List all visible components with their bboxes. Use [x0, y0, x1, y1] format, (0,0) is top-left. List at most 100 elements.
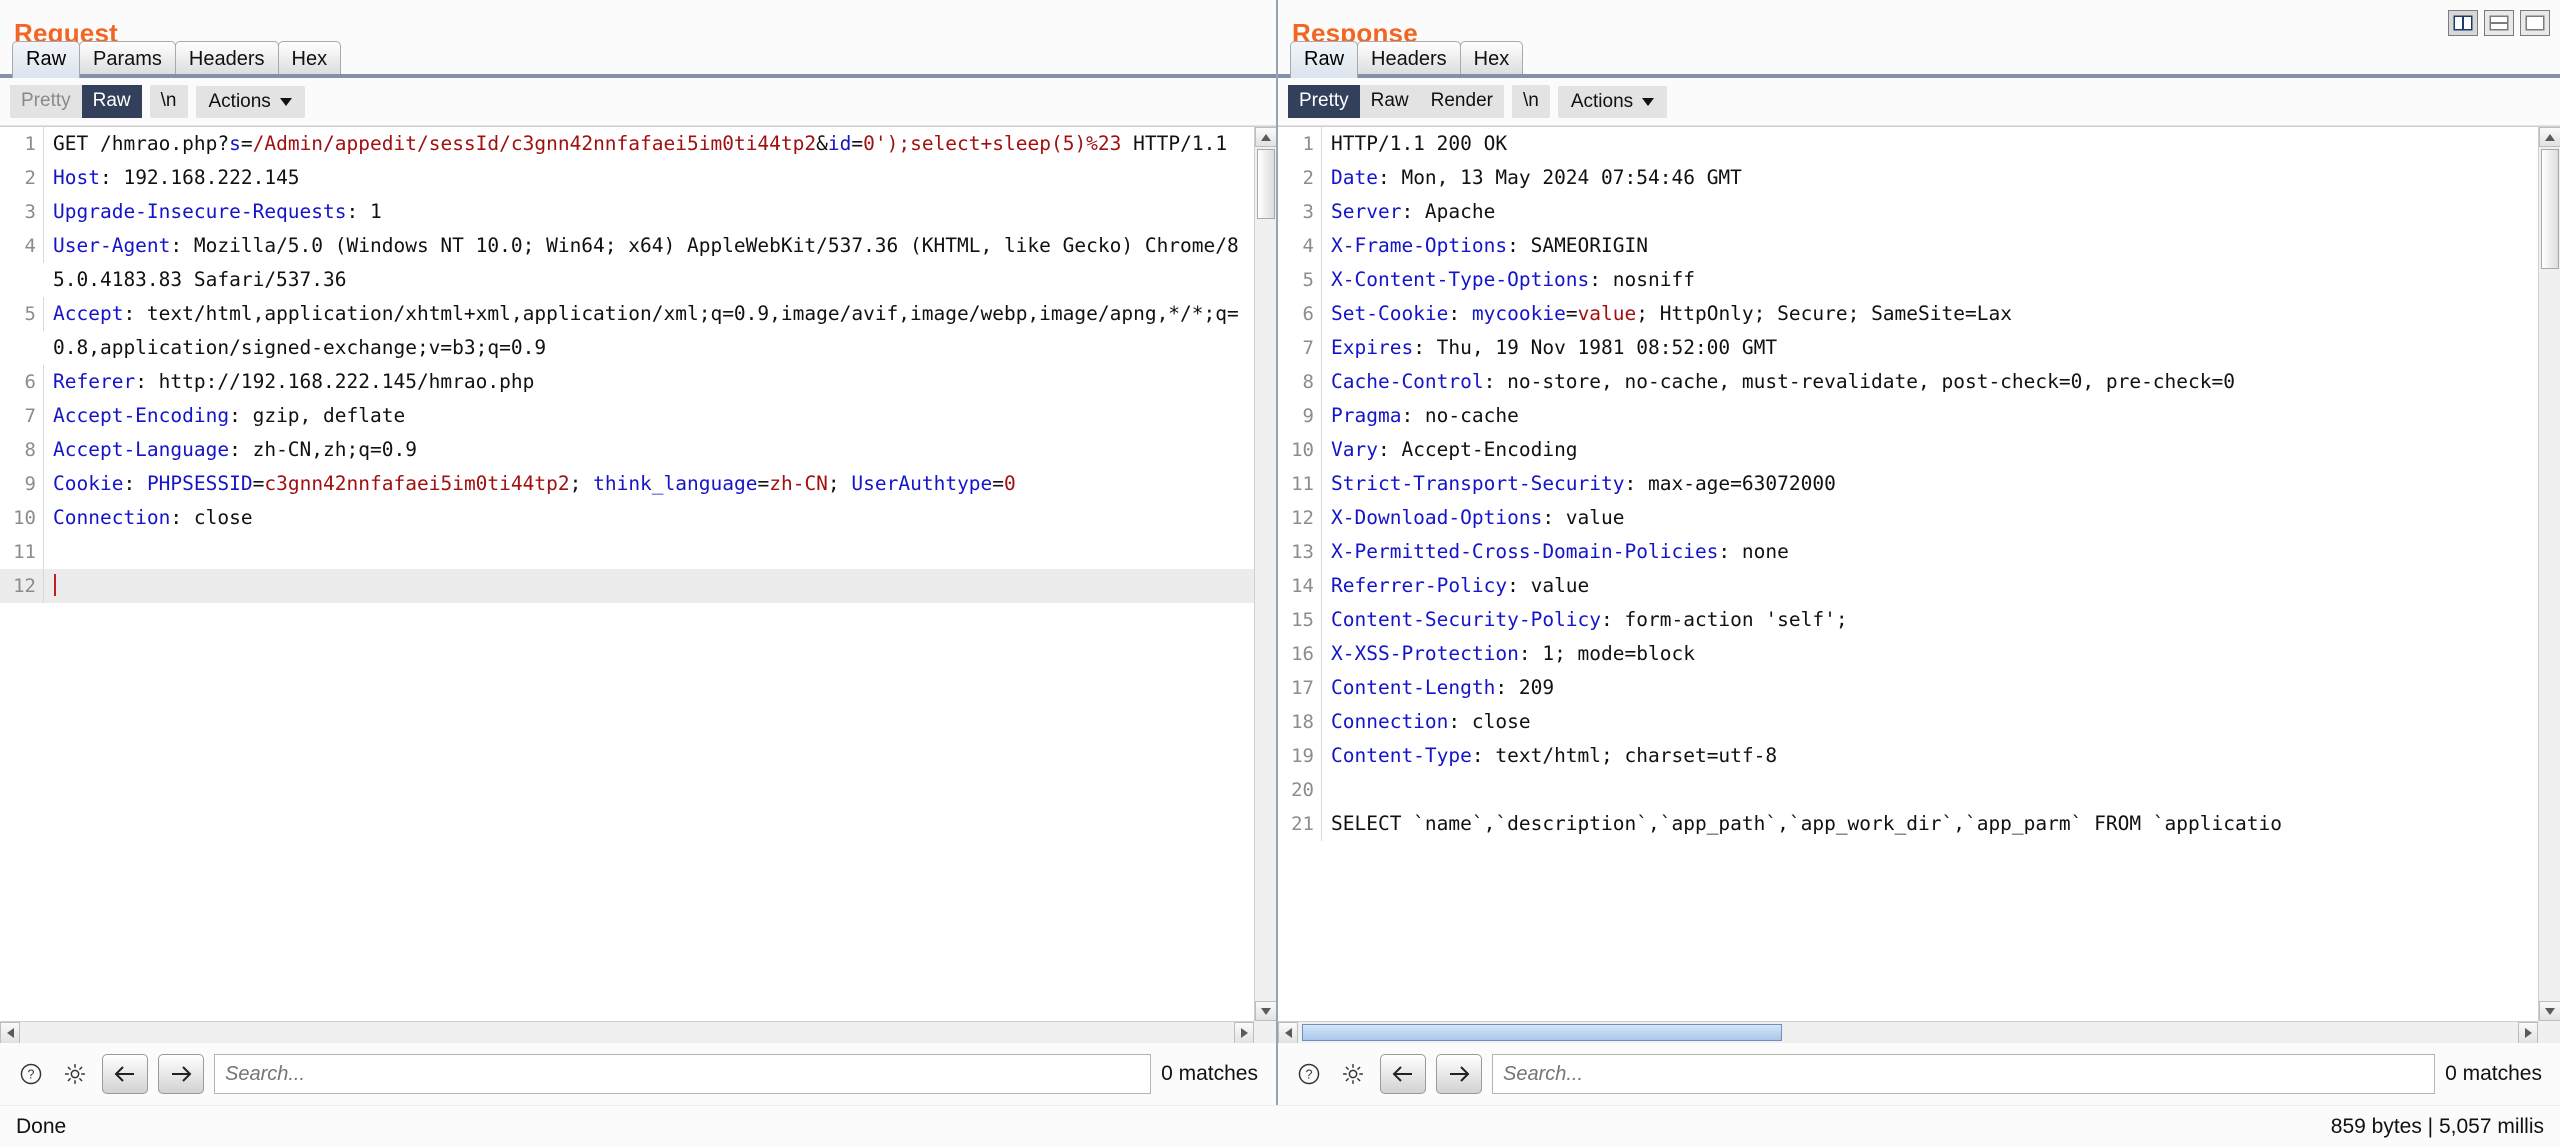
response-tab-hex[interactable]: Hex — [1459, 41, 1524, 78]
response-tab-headers[interactable]: Headers — [1357, 41, 1461, 78]
response-search-input[interactable] — [1492, 1054, 2436, 1094]
question-mark-icon[interactable]: ? — [14, 1057, 48, 1091]
code-line: 21 SELECT `name`,`description`,`app_path`… — [1278, 807, 2538, 841]
response-tab-raw[interactable]: Raw — [1290, 41, 1359, 78]
line-number: 12 — [0, 569, 44, 603]
scroll-down-icon[interactable] — [2539, 1001, 2560, 1021]
response-render-button[interactable]: Render — [1419, 85, 1504, 118]
request-tab-hex[interactable]: Hex — [277, 41, 342, 78]
request-editor-toolbar: Pretty Raw \n Actions — [0, 78, 1276, 126]
code-text — [44, 569, 1254, 603]
request-horizontal-scrollbar[interactable] — [0, 1021, 1254, 1043]
response-hscroll-thumb[interactable] — [1302, 1024, 1782, 1041]
request-search-bar: ? 0 matches — [0, 1043, 1276, 1105]
request-tab-params[interactable]: Params — [79, 41, 176, 78]
search-prev-button[interactable] — [1380, 1054, 1426, 1094]
gear-icon[interactable] — [1336, 1057, 1370, 1091]
request-raw-button[interactable]: Raw — [81, 85, 142, 118]
line-number: 13 — [1278, 535, 1322, 569]
request-actions-button[interactable]: Actions — [195, 85, 305, 118]
scroll-up-icon[interactable] — [2539, 127, 2560, 147]
code-line: 19 Content-Type: text/html; charset=utf-8 — [1278, 739, 2538, 773]
response-message-tabs: Raw Headers Hex — [1290, 41, 1524, 78]
code-text: Host: 192.168.222.145 — [53, 166, 300, 189]
layout-side-by-side-button[interactable] — [2448, 10, 2478, 36]
code-line: 15 Content-Security-Policy: form-action '… — [1278, 603, 2538, 637]
code-text: Referrer-Policy: value — [1331, 574, 1590, 597]
request-newline-button[interactable]: \n — [149, 85, 188, 118]
request-message-tabs: Raw Params Headers Hex — [12, 41, 342, 78]
status-bar: Done 859 bytes | 5,057 millis — [0, 1105, 2560, 1147]
request-tab-headers[interactable]: Headers — [174, 41, 279, 78]
line-number: 4 — [1278, 229, 1322, 263]
line-number: 7 — [1278, 331, 1322, 365]
response-pane: Response Raw Headers Hex Pretty Raw Rend… — [1278, 0, 2560, 1105]
response-actions-button[interactable]: Actions — [1557, 85, 1668, 118]
line-number: 6 — [1278, 297, 1322, 331]
code-text: X-XSS-Protection: 1; mode=block — [1331, 642, 1695, 665]
chevron-down-icon — [279, 97, 292, 106]
line-number: 3 — [0, 195, 44, 229]
request-vscroll-thumb[interactable] — [1257, 149, 1275, 219]
line-number: 11 — [1278, 467, 1322, 501]
scroll-down-icon[interactable] — [1255, 1001, 1276, 1021]
line-number: 8 — [1278, 365, 1322, 399]
search-next-button[interactable] — [158, 1054, 204, 1094]
code-text: Content-Type: text/html; charset=utf-8 — [1331, 744, 1778, 767]
code-text: Expires: Thu, 19 Nov 1981 08:52:00 GMT — [1331, 336, 1778, 359]
code-text: Referer: http://192.168.222.145/hmrao.ph… — [53, 370, 535, 393]
line-number: 8 — [0, 433, 44, 467]
code-text: Date: Mon, 13 May 2024 07:54:46 GMT — [1331, 166, 1742, 189]
search-prev-button[interactable] — [102, 1054, 148, 1094]
code-line: 1 GET /hmrao.php?s=/Admin/appedit/sessId/… — [0, 127, 1254, 161]
request-pretty-button[interactable]: Pretty — [10, 85, 82, 118]
scroll-right-icon[interactable] — [1234, 1022, 1254, 1043]
request-pane: Request Raw Params Headers Hex Pretty Ra… — [0, 0, 1278, 1105]
request-tab-raw[interactable]: Raw — [12, 41, 81, 78]
line-number: 15 — [1278, 603, 1322, 637]
scroll-right-icon[interactable] — [2518, 1022, 2538, 1043]
code-text: Content-Security-Policy: form-action 'se… — [1331, 608, 1848, 631]
code-text: Server: Apache — [1331, 200, 1496, 223]
line-number: 5 — [0, 297, 44, 331]
code-text: Connection: close — [53, 506, 253, 529]
code-text: X-Frame-Options: SAMEORIGIN — [1331, 234, 1648, 257]
status-message: Done — [16, 1114, 67, 1138]
code-text: Pragma: no-cache — [1331, 404, 1519, 427]
response-raw-button[interactable]: Raw — [1359, 85, 1420, 118]
request-code-editor[interactable]: 1 GET /hmrao.php?s=/Admin/appedit/sessId/… — [0, 127, 1254, 1021]
response-view-mode-group: Pretty Raw Render — [1288, 85, 1504, 118]
request-actions-label: Actions — [208, 90, 271, 112]
response-newline-button[interactable]: \n — [1511, 85, 1550, 118]
code-line: 3 Upgrade-Insecure-Requests: 1 — [0, 195, 1254, 229]
line-number: 7 — [0, 399, 44, 433]
code-line: 8 Accept-Language: zh-CN,zh;q=0.9 — [0, 433, 1254, 467]
response-actions-label: Actions — [1570, 90, 1634, 112]
question-mark-icon[interactable]: ? — [1292, 1057, 1326, 1091]
response-horizontal-scrollbar[interactable] — [1278, 1021, 2538, 1043]
layout-stacked-button[interactable] — [2484, 10, 2514, 36]
layout-single-button[interactable] — [2520, 10, 2550, 36]
svg-text:?: ? — [1306, 1067, 1313, 1081]
line-number: 19 — [1278, 739, 1322, 773]
scroll-left-icon[interactable] — [0, 1022, 20, 1043]
scroll-left-icon[interactable] — [1278, 1022, 1298, 1043]
code-text: Accept-Language: zh-CN,zh;q=0.9 — [53, 438, 417, 461]
code-line: 6 Referer: http://192.168.222.145/hmrao.p… — [0, 365, 1254, 399]
code-line: 3 Server: Apache — [1278, 195, 2538, 229]
request-editor-area[interactable]: 1 GET /hmrao.php?s=/Admin/appedit/sessId/… — [0, 126, 1276, 1043]
response-vscroll-thumb[interactable] — [2541, 149, 2559, 269]
response-pretty-button[interactable]: Pretty — [1288, 85, 1360, 118]
response-vertical-scrollbar[interactable] — [2538, 127, 2560, 1021]
response-code-editor[interactable]: 1 HTTP/1.1 200 OK 2 Date: Mon, 13 May 2024 … — [1278, 127, 2538, 1021]
request-vertical-scrollbar[interactable] — [1254, 127, 1276, 1021]
request-search-input[interactable] — [214, 1054, 1152, 1094]
line-number: 1 — [1278, 127, 1322, 161]
code-text: X-Permitted-Cross-Domain-Policies: none — [1331, 540, 1789, 563]
search-next-button[interactable] — [1436, 1054, 1482, 1094]
gear-icon[interactable] — [58, 1057, 92, 1091]
scroll-up-icon[interactable] — [1255, 127, 1276, 147]
response-match-count: 0 matches — [2445, 1062, 2542, 1085]
code-text: HTTP/1.1 200 OK — [1331, 132, 1508, 155]
response-editor-area[interactable]: 1 HTTP/1.1 200 OK 2 Date: Mon, 13 May 2024 … — [1278, 126, 2560, 1043]
